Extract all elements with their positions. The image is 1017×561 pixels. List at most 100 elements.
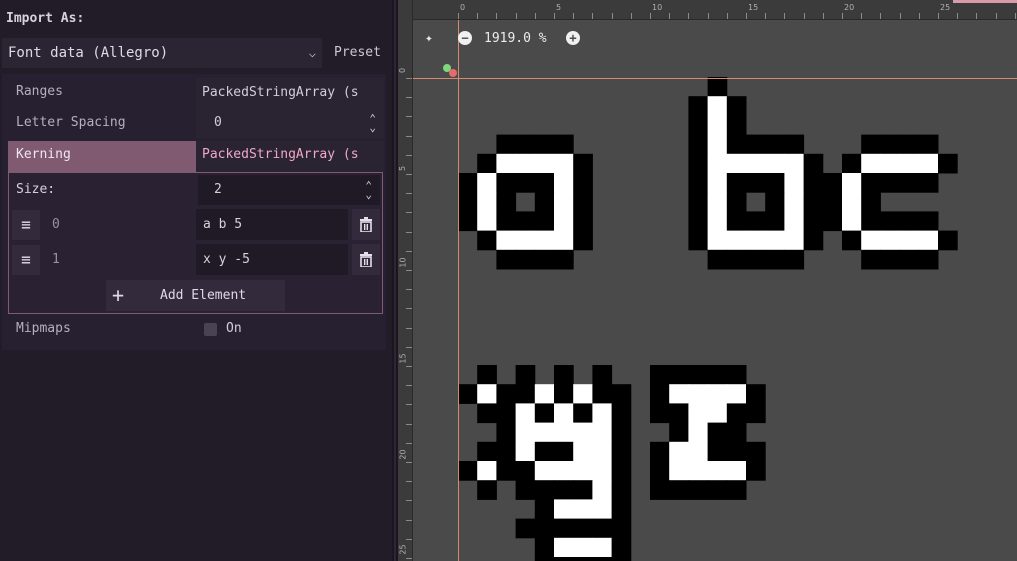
ruler-left-label: 10 — [398, 257, 408, 268]
glyph-pixel — [726, 384, 747, 404]
glyph-pixel — [573, 230, 593, 251]
glyph-pixel — [880, 230, 901, 251]
glyph-pixel — [554, 461, 574, 481]
glyph-pixel — [726, 403, 747, 424]
glyph-pixel — [611, 422, 632, 443]
drag-handle-icon[interactable]: ≡ — [12, 245, 40, 275]
glyph-pixel — [861, 230, 881, 251]
glyph-pixel — [573, 403, 593, 424]
zoom-level[interactable]: 1919.0 % — [484, 31, 547, 46]
spinbox-arrows-icon[interactable]: ⌃ ⌄ — [369, 108, 376, 133]
glyph-pixel — [784, 153, 805, 174]
glyph-pixel — [611, 537, 632, 558]
ruler-corner — [398, 0, 412, 19]
ruler-tick — [496, 13, 497, 19]
ruler-top[interactable]: 0 5 10 15 20 25 — [398, 0, 1017, 20]
glyph-pixel — [880, 153, 901, 174]
size-spinbox[interactable]: 2 ⌃ ⌄ — [198, 175, 380, 205]
glyph-pixel — [496, 403, 517, 424]
kerning-element-field[interactable]: a b 5 — [196, 209, 348, 240]
glyph-pixel — [592, 499, 613, 520]
ruler-tick — [631, 13, 632, 19]
glyph-pixel — [650, 441, 670, 462]
mipmaps-checkbox[interactable] — [204, 323, 217, 336]
glyph-pixel — [707, 115, 728, 136]
glyph-pixel — [707, 77, 728, 97]
ranges-field[interactable]: PackedStringArray (s — [196, 78, 384, 108]
glyph-pixel — [726, 422, 747, 443]
glyph-pixel — [707, 480, 728, 500]
glyph-pixel — [669, 403, 689, 424]
glyph-pixel — [554, 173, 574, 193]
ruler-tick — [406, 193, 412, 194]
letter-spacing-spinbox[interactable]: 0 ⌃ ⌄ — [196, 108, 384, 138]
ruler-tick — [765, 13, 766, 19]
glyph-pixel — [899, 249, 920, 270]
ruler-tick — [688, 13, 689, 19]
glyph-pixel — [611, 384, 632, 404]
glyph-pixel — [784, 134, 805, 155]
glyph-pixel — [534, 230, 555, 251]
center-view-icon[interactable]: ✦ — [425, 31, 433, 46]
ruler-tick — [612, 13, 613, 19]
glyph-pixel — [899, 173, 920, 193]
glyph-pixel — [554, 537, 574, 558]
glyph-pixel — [784, 249, 805, 270]
glyph-pixel — [458, 173, 478, 193]
glyph-pixel — [496, 384, 517, 404]
ruler-tick — [406, 443, 412, 444]
ruler-left-label: 0 — [398, 67, 408, 74]
glyph-pixel — [726, 249, 747, 270]
kerning-field[interactable]: PackedStringArray (s — [196, 141, 384, 172]
trash-icon[interactable] — [352, 244, 380, 275]
ruler-top-label: 5 — [556, 3, 562, 12]
ruler-tick — [406, 116, 412, 117]
ruler-tick — [784, 13, 785, 19]
glyph-pixel — [707, 96, 728, 116]
zoom-in-button[interactable]: + — [566, 31, 580, 45]
glyph-pixel — [477, 403, 497, 424]
glyph-pixel — [765, 134, 785, 155]
glyph-pixel — [803, 230, 824, 251]
pivot-handle-icon[interactable] — [449, 69, 457, 77]
glyph-pixel — [669, 480, 689, 500]
glyph-pixel — [746, 384, 766, 404]
ruler-tick — [804, 13, 805, 19]
glyph-pixel — [669, 461, 689, 481]
ruler-tick — [406, 174, 412, 175]
kerning-label[interactable]: Kerning — [8, 141, 196, 172]
ruler-left[interactable]: 0 5 10 15 20 25 — [398, 0, 413, 561]
glyph-pixel — [477, 365, 497, 385]
add-element-button[interactable]: + Add Element — [106, 280, 285, 311]
font-preview-viewport[interactable]: 0 5 10 15 20 25 0 5 10 15 20 25 ✦ − 1919… — [398, 0, 1017, 561]
glyph-pixel — [650, 403, 670, 424]
mipmaps-row — [196, 315, 384, 345]
glyph-pixel — [726, 173, 747, 193]
import-format-select[interactable]: Font data (Allegro) ⌵ — [2, 38, 322, 68]
ruler-left-label: 20 — [398, 449, 408, 460]
ruler-tick — [919, 13, 920, 19]
glyph-pixel — [592, 480, 613, 500]
ruler-tick — [406, 539, 412, 540]
zoom-out-button[interactable]: − — [458, 31, 472, 45]
glyph-pixel — [688, 384, 709, 404]
spinbox-arrows-icon[interactable]: ⌃ ⌄ — [365, 175, 372, 200]
glyph-pixel — [707, 461, 728, 481]
glyph-pixel — [573, 384, 593, 404]
glyph-pixel — [611, 461, 632, 481]
ruler-tick — [727, 13, 728, 19]
ruler-tick — [406, 78, 412, 79]
glyph-pixel — [918, 134, 939, 155]
glyph-pixel — [515, 249, 536, 270]
preset-button[interactable]: Preset — [326, 38, 388, 68]
glyph-pixel — [496, 192, 517, 212]
kerning-element-field[interactable]: x y -5 — [196, 244, 348, 275]
trash-icon[interactable] — [352, 209, 380, 240]
glyph-pixel — [765, 192, 785, 212]
glyph-pixel — [554, 249, 574, 270]
drag-handle-icon[interactable]: ≡ — [12, 210, 40, 240]
chevron-down-icon: ⌵ — [308, 46, 316, 60]
glyph-pixel — [573, 211, 593, 232]
glyph-pixel — [477, 441, 497, 462]
glyph-pixel — [515, 134, 536, 155]
